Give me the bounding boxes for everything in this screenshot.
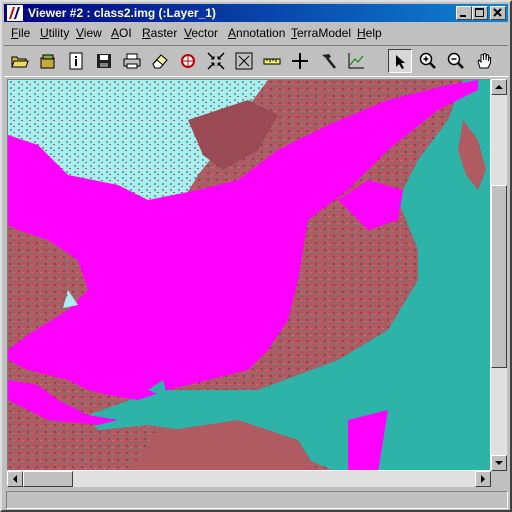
minimize-button[interactable] bbox=[456, 6, 472, 20]
save-icon bbox=[97, 54, 111, 68]
zoom-out-icon bbox=[447, 52, 464, 69]
measure-button[interactable] bbox=[260, 49, 284, 73]
close-icon bbox=[493, 8, 502, 17]
open-folder-icon bbox=[11, 56, 29, 68]
menu-vector[interactable]: Vector bbox=[184, 26, 218, 40]
title-bar[interactable]: Viewer #2 : class2.img (:Layer_1) bbox=[4, 4, 508, 22]
maximize-icon bbox=[475, 8, 484, 17]
menu-aoi[interactable]: AOI bbox=[111, 26, 132, 40]
hammer-icon bbox=[322, 54, 336, 69]
horizontal-scroll-thumb[interactable] bbox=[23, 471, 73, 487]
profile-button[interactable] bbox=[344, 49, 368, 73]
crosshair-button[interactable] bbox=[288, 49, 312, 73]
save-button[interactable] bbox=[92, 49, 116, 73]
info-button[interactable] bbox=[64, 49, 88, 73]
image-viewport[interactable] bbox=[7, 79, 491, 471]
print-button[interactable] bbox=[120, 49, 144, 73]
scroll-left-button[interactable] bbox=[7, 471, 23, 487]
menu-help[interactable]: Help bbox=[357, 26, 382, 40]
hammer-button[interactable] bbox=[316, 49, 340, 73]
scrollbar-corner bbox=[491, 471, 507, 487]
scroll-up-button[interactable] bbox=[491, 79, 507, 95]
new-layer-button[interactable] bbox=[36, 49, 60, 73]
menu-annotation[interactable]: Annotation bbox=[228, 26, 285, 40]
left-arrow-icon bbox=[13, 475, 17, 483]
classified-image[interactable] bbox=[8, 80, 491, 471]
app-icon[interactable] bbox=[7, 5, 23, 21]
horizontal-scrollbar[interactable] bbox=[7, 471, 491, 487]
target-icon bbox=[181, 54, 195, 68]
target-button[interactable] bbox=[176, 49, 200, 73]
window-title: Viewer #2 : class2.img (:Layer_1) bbox=[28, 6, 216, 20]
right-arrow-icon bbox=[481, 475, 485, 483]
open-button[interactable] bbox=[8, 49, 32, 73]
zoom-out-button[interactable] bbox=[444, 49, 468, 73]
measure-icon bbox=[263, 58, 281, 65]
crosshair-icon bbox=[292, 53, 308, 69]
expand-button[interactable] bbox=[232, 49, 256, 73]
eraser-button[interactable] bbox=[148, 49, 172, 73]
down-arrow-icon bbox=[495, 461, 503, 465]
menu-bar: File Utility View AOI Raster Vector Anno… bbox=[4, 23, 508, 43]
new-layer-icon bbox=[40, 54, 55, 69]
zoom-in-button[interactable] bbox=[416, 49, 440, 73]
pan-hand-icon bbox=[477, 52, 491, 69]
menu-terramodel[interactable]: TerraModel bbox=[291, 26, 351, 40]
menu-raster[interactable]: Raster bbox=[142, 26, 177, 40]
menu-utility[interactable]: Utility bbox=[40, 26, 69, 40]
vertical-scroll-thumb[interactable] bbox=[491, 185, 507, 368]
zoom-in-icon bbox=[419, 52, 436, 69]
vertical-scrollbar[interactable] bbox=[491, 79, 507, 471]
info-icon bbox=[69, 52, 83, 70]
zoom-fit-icon bbox=[207, 52, 225, 70]
pointer-button[interactable] bbox=[388, 49, 412, 73]
scroll-right-button[interactable] bbox=[475, 471, 491, 487]
menu-file[interactable]: File bbox=[11, 26, 30, 40]
print-icon bbox=[123, 53, 141, 69]
pan-button[interactable] bbox=[472, 49, 496, 73]
eraser-icon bbox=[152, 54, 168, 69]
status-bar bbox=[6, 491, 508, 509]
pointer-icon bbox=[396, 55, 405, 69]
profile-chart-icon bbox=[348, 53, 364, 69]
maximize-button[interactable] bbox=[472, 6, 488, 20]
scroll-down-button[interactable] bbox=[491, 455, 507, 471]
toolbar bbox=[4, 45, 508, 77]
menu-view[interactable]: View bbox=[76, 26, 102, 40]
minimize-icon bbox=[460, 15, 466, 17]
expand-icon bbox=[235, 52, 253, 70]
viewer-window: Viewer #2 : class2.img (:Layer_1) File U… bbox=[0, 0, 512, 512]
zoom-fit-button[interactable] bbox=[204, 49, 228, 73]
close-button[interactable] bbox=[490, 6, 506, 20]
up-arrow-icon bbox=[495, 85, 503, 89]
